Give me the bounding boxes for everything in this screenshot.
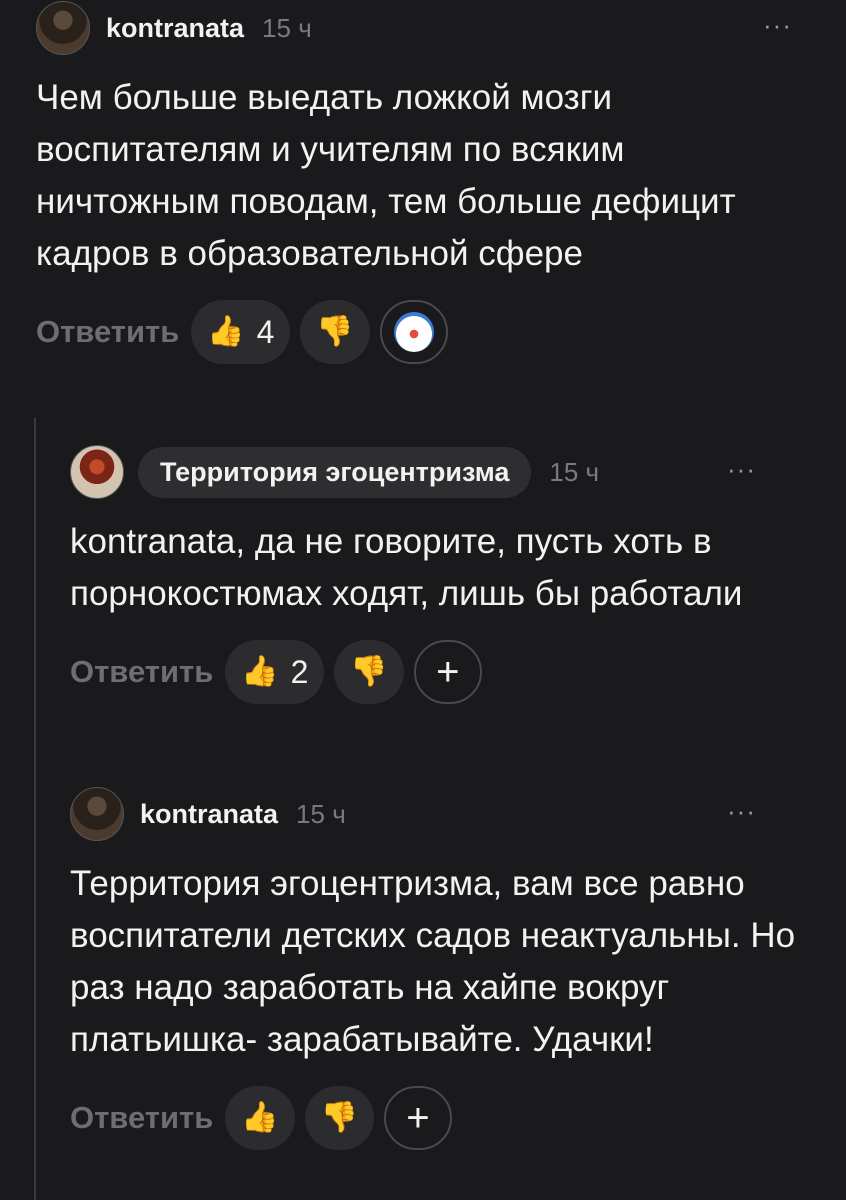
- username[interactable]: kontranata: [106, 13, 244, 44]
- thumbs-up-icon: 👍: [241, 1101, 279, 1134]
- like-count: 4: [256, 313, 275, 350]
- user-avatar[interactable]: [70, 445, 124, 499]
- comment-actions: Ответить 👍 👎 +: [70, 1084, 846, 1152]
- comment-header: kontranata 15 ч ···: [70, 786, 846, 842]
- comment-text: Чем больше выедать ложкой мозги воспитат…: [36, 78, 736, 273]
- thread-line: [34, 418, 36, 1200]
- reply-button[interactable]: Ответить: [36, 314, 179, 350]
- comment-header: Территория эгоцентризма 15 ч ···: [70, 444, 846, 500]
- comment-text: kontranata, да не говорите, пусть хоть в…: [70, 522, 743, 613]
- more-options-icon[interactable]: ···: [727, 796, 756, 827]
- reply-button[interactable]: Ответить: [70, 654, 213, 690]
- thumbs-down-icon: 👎: [316, 315, 354, 348]
- more-options-icon[interactable]: ···: [727, 454, 756, 485]
- timestamp: 15 ч: [549, 456, 600, 487]
- like-button[interactable]: 👍 4: [191, 300, 291, 364]
- username[interactable]: Территория эгоцентризма: [138, 446, 532, 498]
- comment-actions: Ответить 👍 2 👎 +: [70, 638, 846, 706]
- plus-icon: +: [436, 650, 460, 694]
- timestamp: 15 ч: [296, 798, 346, 829]
- like-count: 2: [290, 653, 309, 690]
- comment-header: kontranata 15 ч ···: [36, 0, 846, 56]
- more-options-icon[interactable]: ···: [763, 10, 792, 41]
- thumbs-down-icon: 👎: [320, 1101, 358, 1134]
- dislike-button[interactable]: 👎: [334, 640, 404, 704]
- timestamp: 15 ч: [262, 12, 312, 43]
- comment-text: Территория эгоцентризма, вам все равно в…: [70, 864, 796, 1059]
- like-button[interactable]: 👍 2: [225, 640, 325, 704]
- comment-reply: Территория эгоцентризма 15 ч ··· kontran…: [70, 444, 846, 706]
- user-avatar[interactable]: [70, 787, 124, 841]
- add-reaction-button[interactable]: +: [383, 1086, 452, 1150]
- dislike-button[interactable]: 👎: [300, 300, 370, 364]
- comment: kontranata 15 ч ··· Чем больше выедать л…: [36, 0, 846, 366]
- thumbs-up-icon: 👍: [241, 655, 279, 688]
- username[interactable]: kontranata: [140, 799, 278, 830]
- thumbs-up-icon: 👍: [207, 315, 245, 348]
- thumbs-down-icon: 👎: [350, 655, 388, 688]
- clown-face-icon: [393, 312, 434, 352]
- reply-button[interactable]: Ответить: [70, 1100, 213, 1136]
- add-reaction-button[interactable]: +: [413, 640, 482, 704]
- dislike-button[interactable]: 👎: [304, 1086, 374, 1150]
- clown-reaction-button[interactable]: [379, 300, 448, 364]
- user-avatar[interactable]: [36, 1, 90, 55]
- plus-icon: +: [406, 1096, 430, 1140]
- comment-reply: kontranata 15 ч ··· Территория эгоцентри…: [70, 786, 846, 1152]
- comment-actions: Ответить 👍 4 👎: [36, 298, 846, 366]
- like-button[interactable]: 👍: [225, 1086, 295, 1150]
